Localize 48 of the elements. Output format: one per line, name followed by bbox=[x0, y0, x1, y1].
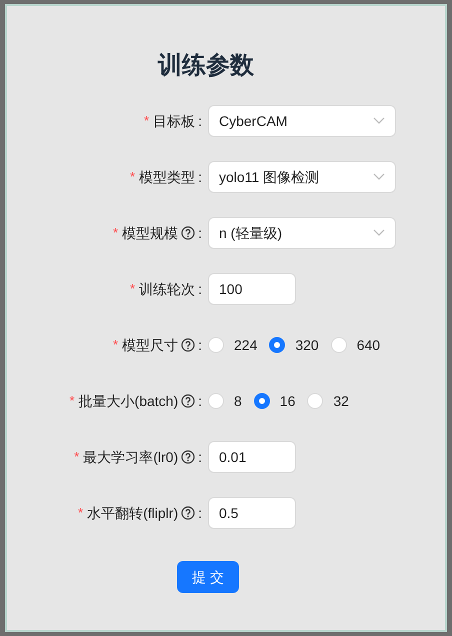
submit-button[interactable]: 提 交 bbox=[177, 561, 239, 593]
radio-label[interactable]: 8 bbox=[234, 390, 242, 412]
chevron-down-icon bbox=[373, 229, 385, 237]
required-asterisk: * bbox=[144, 112, 150, 130]
label-colon: : bbox=[198, 448, 202, 466]
radio-label[interactable]: 16 bbox=[280, 390, 296, 412]
chevron-down-icon bbox=[373, 173, 385, 181]
field-label: 最大学习率(lr0) bbox=[83, 448, 178, 467]
field-label: 模型规模 bbox=[122, 224, 178, 242]
label-colon: : bbox=[198, 392, 202, 410]
help-icon[interactable] bbox=[181, 506, 196, 520]
input-field[interactable]: 0.01 bbox=[208, 441, 296, 473]
label-colon: : bbox=[198, 224, 202, 242]
radio-label[interactable]: 32 bbox=[333, 390, 349, 412]
label-colon: : bbox=[198, 336, 202, 354]
field-label: 目标板 bbox=[153, 112, 196, 130]
required-asterisk: * bbox=[113, 336, 118, 354]
input-field[interactable]: 0.5 bbox=[208, 497, 296, 529]
label-colon: : bbox=[198, 504, 202, 522]
help-icon[interactable] bbox=[181, 226, 196, 240]
radio-button[interactable] bbox=[254, 393, 270, 409]
select-dropdown[interactable]: yolo11 图像检测 bbox=[208, 161, 396, 193]
field-label: 水平翻转(fliplr) bbox=[87, 504, 178, 523]
required-asterisk: * bbox=[69, 392, 75, 410]
label-colon: : bbox=[198, 112, 202, 130]
help-icon[interactable] bbox=[181, 394, 196, 408]
help-icon[interactable] bbox=[181, 450, 196, 464]
required-asterisk: * bbox=[74, 448, 80, 466]
label-colon: : bbox=[198, 168, 202, 186]
help-icon[interactable] bbox=[181, 338, 196, 352]
chevron-down-icon bbox=[373, 117, 385, 125]
required-asterisk: * bbox=[113, 224, 118, 242]
field-label: 模型类型 bbox=[139, 168, 196, 186]
label-colon: : bbox=[198, 280, 202, 298]
required-asterisk: * bbox=[130, 168, 136, 186]
field-label: 训练轮次 bbox=[139, 280, 196, 298]
input-field[interactable]: 100 bbox=[208, 273, 296, 305]
select-dropdown[interactable]: n (轻量级) bbox=[208, 217, 396, 249]
field-label: 批量大小(batch) bbox=[78, 392, 178, 411]
select-dropdown[interactable]: CyberCAM bbox=[208, 105, 396, 137]
radio-button[interactable] bbox=[269, 337, 286, 353]
required-asterisk: * bbox=[78, 504, 84, 522]
field-label: 模型尺寸 bbox=[122, 336, 178, 354]
required-asterisk: * bbox=[130, 280, 136, 298]
radio-label[interactable]: 640 bbox=[356, 334, 380, 356]
radio-label[interactable]: 224 bbox=[234, 334, 258, 356]
radio-label[interactable]: 320 bbox=[295, 334, 319, 356]
form-title: 训练参数 bbox=[156, 51, 255, 81]
